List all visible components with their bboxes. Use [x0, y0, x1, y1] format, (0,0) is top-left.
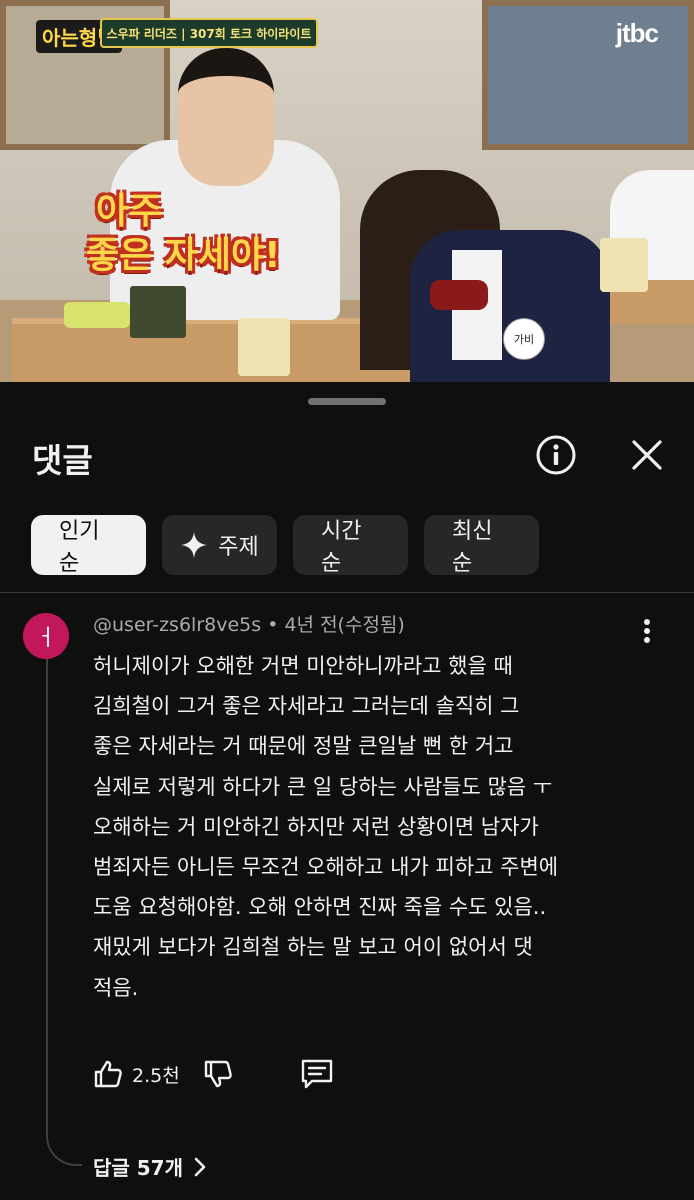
comment-meta: @user-zs6lr8ve5s • 4년 전(수정됨): [93, 610, 405, 637]
info-icon: [536, 435, 576, 475]
comment-actions: 2.5천: [92, 1058, 334, 1090]
comment-line: 오해하는 거 미안하긴 하지만 저런 상황이면 남자가: [93, 814, 539, 839]
comment-line: 범죄자든 아니든 무조건 오해하고 내가 피하고 주변에: [93, 855, 559, 880]
comments-panel: 댓글 인기순 주제 시간순 최신순 ㅓ @user-zs6lr8ve5s • 4…: [0, 382, 694, 1200]
info-button[interactable]: [533, 432, 579, 478]
video-player[interactable]: 아는형님 스우파 리더즈 | 307회 토크 하이라이트 jtbc 아주 좋은 …: [0, 0, 694, 382]
comment-line: 적음.: [93, 975, 139, 1000]
video-snack-pack: [64, 302, 130, 328]
reply-button[interactable]: [300, 1058, 334, 1090]
comment-time: 4년 전(수정됨): [284, 614, 405, 636]
reply-comment-icon: [301, 1059, 332, 1089]
chip-topic-label: 주제: [218, 535, 259, 560]
chip-newest[interactable]: 최신순: [424, 515, 539, 576]
avatar[interactable]: ㅓ: [23, 613, 69, 659]
video-person-woman-bow: [430, 280, 488, 310]
video-drink-cartons-right: [600, 238, 648, 292]
comment-line: 허니제이가 오해한 거면 미안하니까라고 했을 때: [93, 654, 513, 678]
chip-popular[interactable]: 인기순: [31, 515, 146, 576]
video-person-man-head: [178, 48, 274, 186]
video-caption-line2: 좋은 자세야!: [86, 235, 281, 276]
chip-time[interactable]: 시간순: [293, 515, 408, 576]
comment-author[interactable]: @user-zs6lr8ve5s: [93, 614, 261, 636]
comment-text: 허니제이가 오해한 거면 미안하니까라고 했을 때 김희철이 그거 좋은 자세라…: [93, 646, 668, 1008]
video-caption-line1: 아주: [96, 191, 163, 232]
video-window-right: [482, 0, 694, 150]
dislike-button[interactable]: [202, 1058, 234, 1090]
close-icon: [632, 440, 662, 470]
sparkle-icon: [180, 531, 208, 559]
like-button[interactable]: 2.5천: [92, 1058, 202, 1090]
close-button[interactable]: [624, 432, 670, 478]
chevron-right-icon: [193, 1156, 207, 1178]
comment-line: 재밌게 보다가 김희철 하는 말 보고 어이 없어서 댓: [93, 935, 533, 960]
replies-label: 답글 57개: [93, 1156, 183, 1180]
comment-line: 실제로 저렇게 하다가 큰 일 당하는 사람들도 많음 ㅜ: [93, 774, 553, 799]
name-tag: 가비: [503, 318, 545, 360]
chip-newest-label: 최신순: [452, 519, 493, 576]
comment-line: 좋은 자세라는 거 때문에 정말 큰일날 뻔 한 거고: [93, 734, 514, 759]
comment-line: 김희철이 그거 좋은 자세라고 그러는데 솔직히 그: [93, 694, 520, 719]
drag-handle[interactable]: [308, 398, 386, 405]
network-logo: jtbc: [615, 18, 659, 48]
more-vertical-icon: [644, 619, 650, 643]
episode-banner: 스우파 리더즈 | 307회 토크 하이라이트: [100, 18, 318, 48]
video-box: [130, 286, 186, 338]
comment-line: 도움 요청해야함. 오해 안하면 진짜 죽을 수도 있음..: [93, 895, 547, 920]
meta-separator: •: [267, 614, 279, 636]
divider: [0, 592, 694, 593]
chip-popular-label: 인기순: [59, 519, 100, 576]
chip-topic[interactable]: 주제: [162, 515, 277, 575]
view-replies-button[interactable]: 답글 57개: [93, 1152, 207, 1181]
more-options-button[interactable]: [632, 616, 662, 646]
thumbs-down-icon: [204, 1060, 232, 1088]
like-count: 2.5천: [132, 1064, 180, 1087]
panel-title: 댓글: [32, 441, 93, 480]
video-caption: 아주 좋은 자세야!: [86, 190, 281, 278]
chip-time-label: 시간순: [321, 519, 362, 576]
sort-chips: 인기순 주제 시간순 최신순: [31, 515, 539, 576]
thumbs-up-icon: [94, 1060, 122, 1088]
thread-line: [46, 652, 82, 1166]
video-drink-cartons: [238, 318, 290, 376]
